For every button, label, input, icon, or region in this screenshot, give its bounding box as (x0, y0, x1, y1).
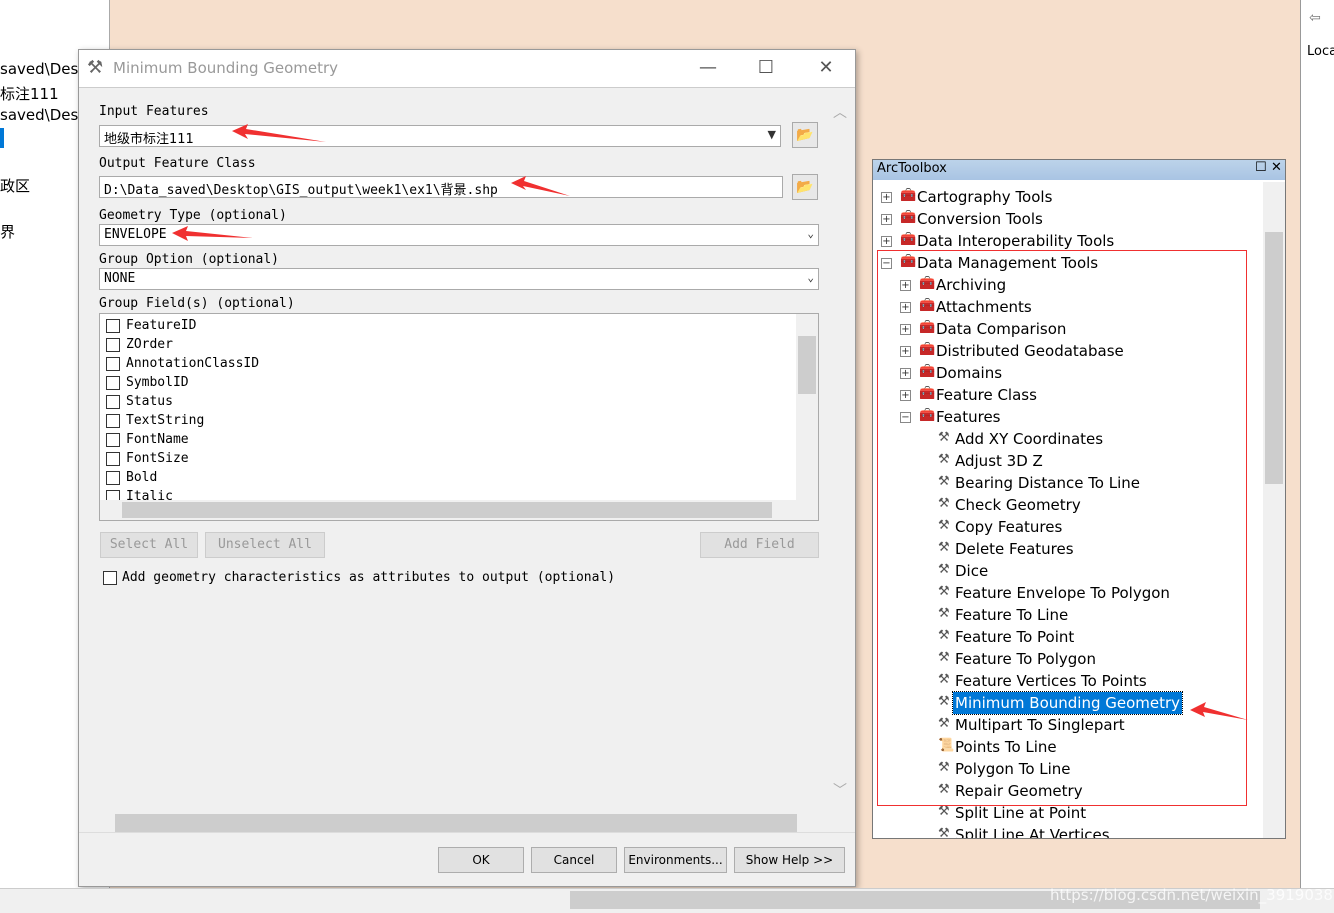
status-bar: https://blog.csdn.net/weixin_39190382 (0, 886, 1334, 913)
arrow-annotation (172, 226, 253, 241)
arrow-annotation (1190, 702, 1248, 720)
arrow-annotation (511, 176, 570, 196)
annotation-arrows (172, 124, 1248, 720)
arrow-annotation (232, 124, 326, 142)
watermark: https://blog.csdn.net/weixin_39190382 (1050, 886, 1334, 904)
